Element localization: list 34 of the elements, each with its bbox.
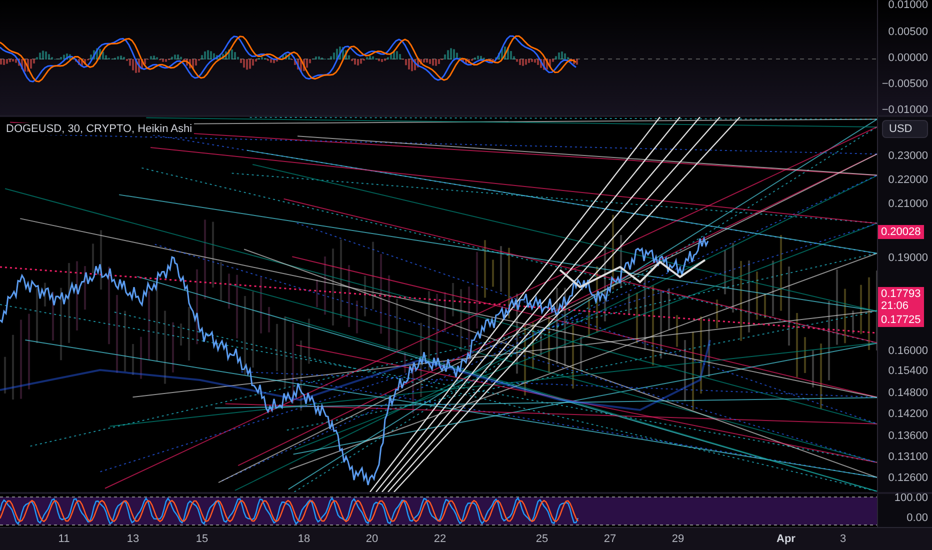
axis-label: −0.01000 bbox=[882, 104, 928, 116]
time-label: 3 bbox=[840, 533, 846, 545]
time-label: 15 bbox=[196, 533, 208, 545]
axis-label: 0.14800 bbox=[888, 387, 928, 399]
axis-label: 0.00500 bbox=[888, 26, 928, 38]
axis-label: 0.19000 bbox=[888, 252, 928, 264]
axis-label: 0.16000 bbox=[888, 345, 928, 357]
symbol-legend: DOGEUSD, 30, CRYPTO, Heikin Ashi bbox=[4, 123, 194, 135]
axis-label: 0.15400 bbox=[888, 365, 928, 377]
axis-label: −0.00500 bbox=[882, 78, 928, 90]
axis-label: 100.00 bbox=[894, 492, 928, 504]
axis-label: 0.22000 bbox=[888, 174, 928, 186]
price-tag: 0.17793 21:06 bbox=[878, 287, 924, 313]
axis-label: 0.00000 bbox=[888, 52, 928, 64]
time-label: 29 bbox=[672, 533, 684, 545]
axis-label: 0.13100 bbox=[888, 451, 928, 463]
time-label: 22 bbox=[434, 533, 446, 545]
currency-button[interactable]: USD bbox=[882, 120, 928, 138]
axis-label: 0.21000 bbox=[888, 198, 928, 210]
time-label: 13 bbox=[126, 533, 140, 545]
price-tag: 0.20028 bbox=[878, 225, 924, 239]
axis-label: 0.01000 bbox=[888, 0, 928, 11]
time-label: 27 bbox=[604, 533, 616, 545]
time-label: Apr bbox=[776, 533, 796, 545]
time-label: 18 bbox=[298, 533, 310, 545]
time-label: 20 bbox=[366, 533, 378, 545]
axis-label: 0.23000 bbox=[888, 150, 928, 162]
axis-label: 0.12600 bbox=[888, 472, 928, 484]
axis-label: 0.00 bbox=[906, 512, 928, 524]
time-label: 11 bbox=[58, 533, 70, 545]
price-tag: 0.17725 bbox=[878, 313, 924, 327]
axis-label: 0.14200 bbox=[888, 408, 928, 420]
axis-label: 0.13600 bbox=[888, 430, 928, 442]
time-label: 25 bbox=[536, 533, 548, 545]
